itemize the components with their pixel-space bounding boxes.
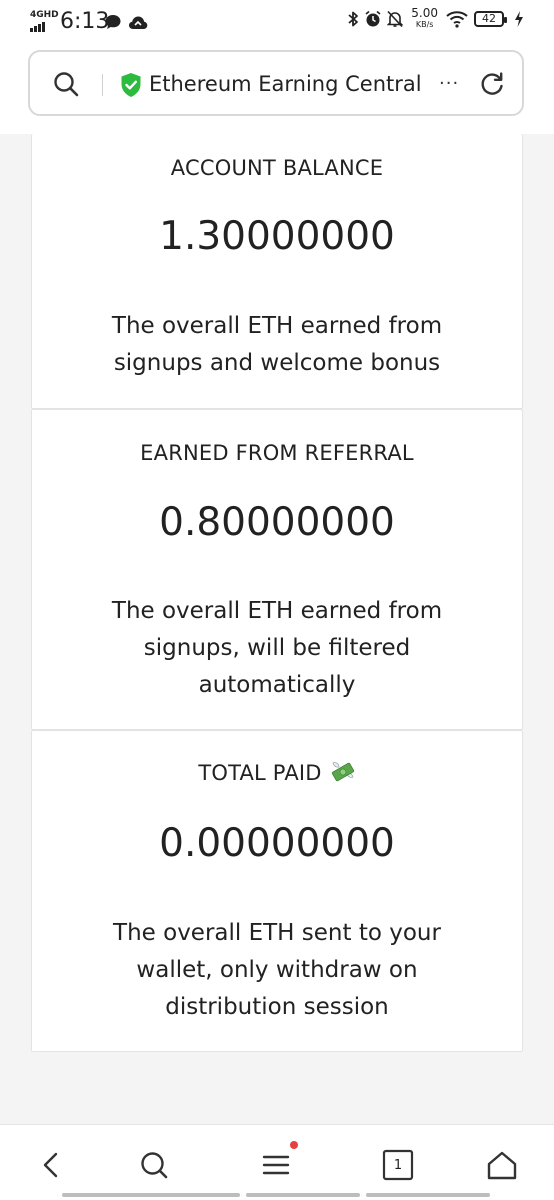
gesture-bar-middle <box>246 1193 360 1197</box>
gesture-bar-left <box>62 1193 240 1197</box>
card-heading: TOTAL PAID <box>198 761 322 785</box>
charging-icon <box>515 11 523 27</box>
mute-icon <box>387 10 404 28</box>
account-balance-card: ACCOUNT BALANCE 1.30000000 The overall E… <box>31 134 523 409</box>
back-icon <box>43 1152 58 1178</box>
chat-bubble-icon <box>105 15 121 29</box>
network-indicator: 4GHD <box>30 10 59 34</box>
speed-unit: KB/s <box>415 20 434 29</box>
more-options-button[interactable]: ··· <box>439 70 459 98</box>
card-heading: EARNED FROM REFERRAL <box>140 441 414 465</box>
alarm-icon <box>365 10 381 27</box>
page-title[interactable]: Ethereum Earning Central <box>149 70 422 98</box>
status-time: 6:13 <box>60 9 110 34</box>
search-icon[interactable] <box>52 70 80 98</box>
battery-level: 42 <box>482 12 496 25</box>
home-icon <box>487 1151 517 1180</box>
speed-value: 5.00 <box>411 6 438 20</box>
referral-earnings-card: EARNED FROM REFERRAL 0.80000000 The over… <box>31 409 523 730</box>
back-button[interactable] <box>34 1147 70 1183</box>
bottom-navigation: 1 <box>0 1124 554 1200</box>
card-description: The overall ETH earned from signups, wil… <box>111 598 443 698</box>
status-bar: 4GHD 6:13 5.00 KB/s 42 <box>0 0 554 44</box>
total-paid-card: TOTAL PAID 0.00000000 The overall ETH se… <box>31 730 523 1052</box>
page-content: ACCOUNT BALANCE 1.30000000 The overall E… <box>0 134 554 1124</box>
tabs-button[interactable]: 1 <box>380 1147 416 1183</box>
wifi-icon <box>446 11 468 28</box>
search-button[interactable] <box>136 1147 172 1183</box>
money-with-wings-icon <box>331 762 354 782</box>
browser-toolbar: Ethereum Earning Central ··· <box>0 44 554 135</box>
address-divider <box>102 74 103 96</box>
battery-icon: 42 <box>474 11 507 27</box>
network-speed: 5.00 KB/s <box>411 6 438 30</box>
reload-icon[interactable] <box>478 70 506 98</box>
menu-icon <box>262 1155 290 1175</box>
tab-count: 1 <box>393 1157 403 1173</box>
notification-dot <box>290 1141 298 1149</box>
bluetooth-icon <box>348 11 359 27</box>
card-heading-row: TOTAL PAID <box>32 759 522 787</box>
card-value: 0.80000000 <box>159 500 395 545</box>
address-bar[interactable]: Ethereum Earning Central ··· <box>28 50 524 116</box>
card-description: The overall ETH sent to your wallet, onl… <box>113 920 441 1020</box>
card-value: 1.30000000 <box>159 214 395 259</box>
gesture-bar-right <box>366 1193 490 1197</box>
network-type: 4GHD <box>30 10 59 20</box>
card-heading: ACCOUNT BALANCE <box>170 156 384 180</box>
search-icon <box>141 1152 168 1179</box>
menu-button[interactable] <box>258 1141 298 1183</box>
card-description: The overall ETH earned from signups and … <box>111 313 443 376</box>
cloud-app-icon <box>129 16 148 29</box>
home-button[interactable] <box>484 1147 520 1183</box>
secure-shield-icon <box>121 73 141 97</box>
card-value: 0.00000000 <box>159 821 395 866</box>
browser-screen: 4GHD 6:13 5.00 KB/s 42 Ethereum Earning … <box>0 0 554 1200</box>
signal-icon <box>30 22 45 32</box>
